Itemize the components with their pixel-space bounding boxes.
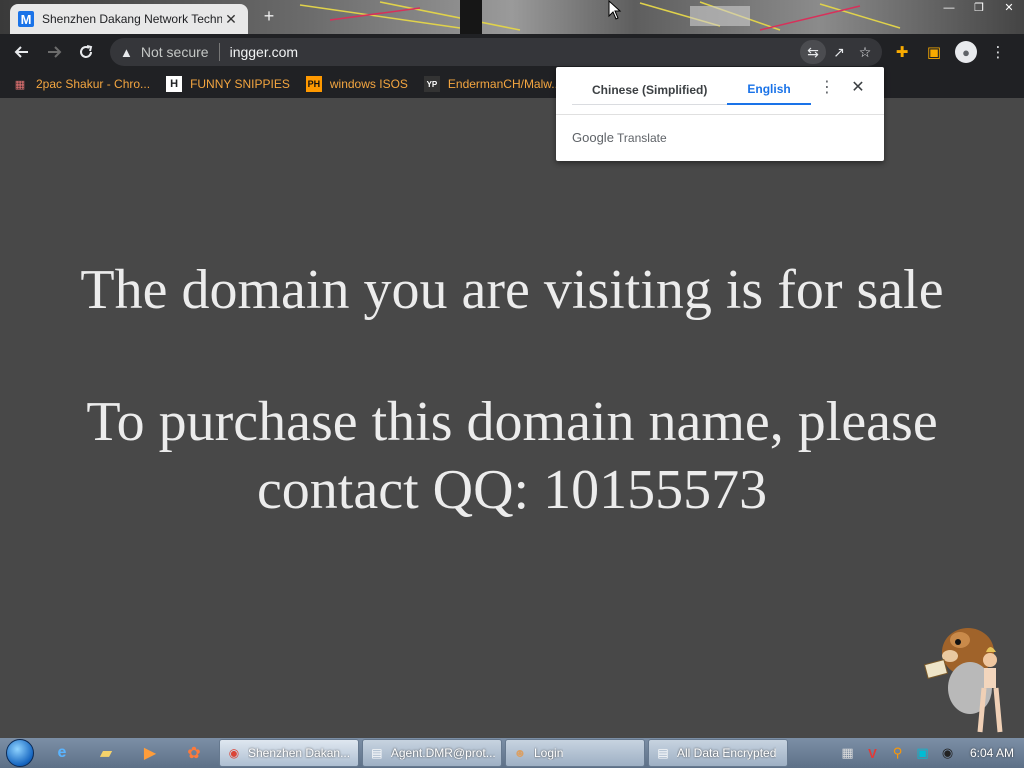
taskbar: e ▰ ▶ ✿ ◉ Shenzhen Dakan... ▤ Agent.DMR@… bbox=[0, 738, 1024, 768]
bookmark-calendar-icon: ▦ bbox=[14, 78, 26, 91]
address-bar[interactable]: ▲ Not secure ingger.com ⇆ ↗ ☆ bbox=[110, 38, 882, 66]
bookmark-label: EndermanCH/Malw... bbox=[447, 77, 562, 91]
contact-line-2: contact QQ: 10155573 bbox=[256, 459, 768, 521]
google-wordmark: Google bbox=[572, 130, 614, 145]
back-button[interactable] bbox=[6, 36, 38, 68]
taskbar-button-label: All Data Encrypted bbox=[677, 746, 777, 760]
reload-button[interactable] bbox=[70, 36, 102, 68]
translate-options-icon[interactable]: ⋮ bbox=[818, 79, 836, 99]
internet-explorer-icon: e bbox=[57, 744, 67, 761]
toolbar-right-actions: ✚ ▣ ● ⋮ bbox=[886, 36, 1014, 68]
start-button[interactable] bbox=[0, 738, 40, 768]
restore-button[interactable]: ❐ bbox=[964, 0, 994, 18]
tab-chinese-simplified[interactable]: Chinese (Simplified) bbox=[572, 75, 728, 105]
window-app-icon: ▤ bbox=[657, 746, 669, 760]
tray-search-icon[interactable]: ⚲ bbox=[885, 738, 910, 768]
bookmark-label: FUNNY SNIPPIES bbox=[190, 77, 290, 91]
tray-network-icon[interactable]: ▦ bbox=[835, 738, 860, 768]
contact-line-1: To purchase this domain name, please bbox=[86, 391, 938, 453]
translate-close-icon[interactable]: ✕ bbox=[848, 79, 868, 99]
taskbar-button-label: Login bbox=[534, 746, 564, 760]
close-window-button[interactable]: ✕ bbox=[994, 0, 1024, 18]
quicklaunch-explorer[interactable]: ▰ bbox=[84, 738, 128, 768]
translate-language-tabs: Chinese (Simplified) English bbox=[572, 75, 811, 105]
omnibox-actions: ⇆ ↗ ☆ bbox=[800, 40, 878, 64]
tab-english[interactable]: English bbox=[727, 75, 811, 105]
address-divider bbox=[218, 43, 220, 61]
bookmark-item[interactable]: YP EndermanCH/Malw... bbox=[423, 76, 562, 92]
clock[interactable]: 6:04 AM bbox=[960, 746, 1024, 760]
translate-popup: Chinese (Simplified) English ⋮ ✕ Google … bbox=[556, 67, 884, 161]
bookmark-ph-icon: PH bbox=[305, 76, 322, 92]
security-label[interactable]: Not secure bbox=[141, 44, 209, 60]
quicklaunch-media[interactable]: ▶ bbox=[128, 738, 172, 768]
taskbar-button-login[interactable]: ☻ Login bbox=[505, 739, 645, 767]
taskbar-button-chrome[interactable]: ◉ Shenzhen Dakan... bbox=[219, 739, 359, 767]
url-text[interactable]: ingger.com bbox=[230, 44, 298, 60]
tray-disc-icon[interactable]: ◉ bbox=[935, 738, 960, 768]
extensions-puzzle-icon[interactable]: ✚ bbox=[886, 36, 918, 68]
contact-text: To purchase this domain name, please con… bbox=[0, 388, 1024, 524]
window-controls: — ❐ ✕ bbox=[934, 0, 1024, 18]
forward-arrow-icon bbox=[48, 46, 62, 58]
taskbar-button-label: Agent.DMR@prot... bbox=[390, 746, 495, 760]
translate-wordmark: Translate bbox=[617, 131, 667, 145]
media-player-icon: ▶ bbox=[143, 745, 157, 762]
divider bbox=[556, 114, 884, 115]
bookmark-item[interactable]: H FUNNY SNIPPIES bbox=[166, 76, 290, 92]
minimize-button[interactable]: — bbox=[934, 0, 964, 18]
forward-button[interactable] bbox=[38, 36, 70, 68]
browser-toolbar: ▲ Not secure ingger.com ⇆ ↗ ☆ ✚ ▣ ● ⋮ bbox=[0, 34, 1024, 70]
tray-display-icon[interactable]: ▣ bbox=[910, 738, 935, 768]
warning-icon[interactable]: ▲ bbox=[120, 45, 133, 60]
bookmark-item[interactable]: PH windows ISOS bbox=[305, 76, 408, 92]
bookmark-item[interactable]: ▦ 2pac Shakur - Chro... bbox=[12, 76, 150, 92]
window-app-icon: ▤ bbox=[371, 746, 383, 760]
taskbar-button-label: Shenzhen Dakan... bbox=[248, 746, 351, 760]
tab-title: Shenzhen Dakang Network Techn bbox=[42, 12, 222, 26]
profile-button[interactable]: ● bbox=[950, 36, 982, 68]
tab-strip: M Shenzhen Dakang Network Techn ✕ + — ❐ … bbox=[0, 0, 1024, 34]
desktop-mascot-image bbox=[923, 628, 1003, 733]
windows-start-orb-icon bbox=[6, 739, 34, 767]
reload-icon bbox=[80, 45, 93, 58]
bookmark-yp-icon: YP bbox=[423, 76, 440, 92]
app-icon: ✿ bbox=[187, 745, 201, 762]
tray-v-icon[interactable]: V bbox=[860, 738, 885, 768]
bookmark-star-icon[interactable]: ☆ bbox=[852, 40, 878, 64]
avatar-icon: ● bbox=[955, 41, 977, 63]
translate-icon[interactable]: ⇆ bbox=[800, 40, 826, 64]
quicklaunch-app[interactable]: ✿ bbox=[172, 738, 216, 768]
bookmark-label: windows ISOS bbox=[329, 77, 408, 91]
user-icon: ☻ bbox=[513, 746, 527, 760]
quicklaunch-ie[interactable]: e bbox=[40, 738, 84, 768]
tab-close-icon[interactable]: ✕ bbox=[222, 11, 240, 28]
chrome-icon: ◉ bbox=[228, 746, 240, 760]
bookmark-h-icon: H bbox=[166, 76, 183, 92]
web-page: The domain you are visiting is for sale … bbox=[0, 98, 1024, 738]
page-headline: The domain you are visiting is for sale bbox=[80, 259, 944, 321]
bookmark-label: 2pac Shakur - Chro... bbox=[36, 77, 151, 91]
taskbar-button-agent[interactable]: ▤ Agent.DMR@prot... bbox=[362, 739, 502, 767]
back-arrow-icon bbox=[14, 46, 28, 58]
google-translate-logo: Google Translate bbox=[572, 130, 667, 145]
tab-favicon-icon: M bbox=[18, 11, 34, 27]
browser-tab[interactable]: M Shenzhen Dakang Network Techn ✕ bbox=[10, 4, 248, 34]
side-panel-icon[interactable]: ▣ bbox=[918, 36, 950, 68]
taskbar-button-encrypted[interactable]: ▤ All Data Encrypted bbox=[648, 739, 788, 767]
share-icon[interactable]: ↗ bbox=[826, 40, 852, 64]
new-tab-button[interactable]: + bbox=[258, 6, 280, 27]
more-menu-icon[interactable]: ⋮ bbox=[982, 36, 1014, 68]
system-tray: ▦ V ⚲ ▣ ◉ 6:04 AM bbox=[835, 738, 1024, 768]
folder-icon: ▰ bbox=[99, 745, 113, 762]
mouse-cursor-icon bbox=[608, 0, 622, 20]
